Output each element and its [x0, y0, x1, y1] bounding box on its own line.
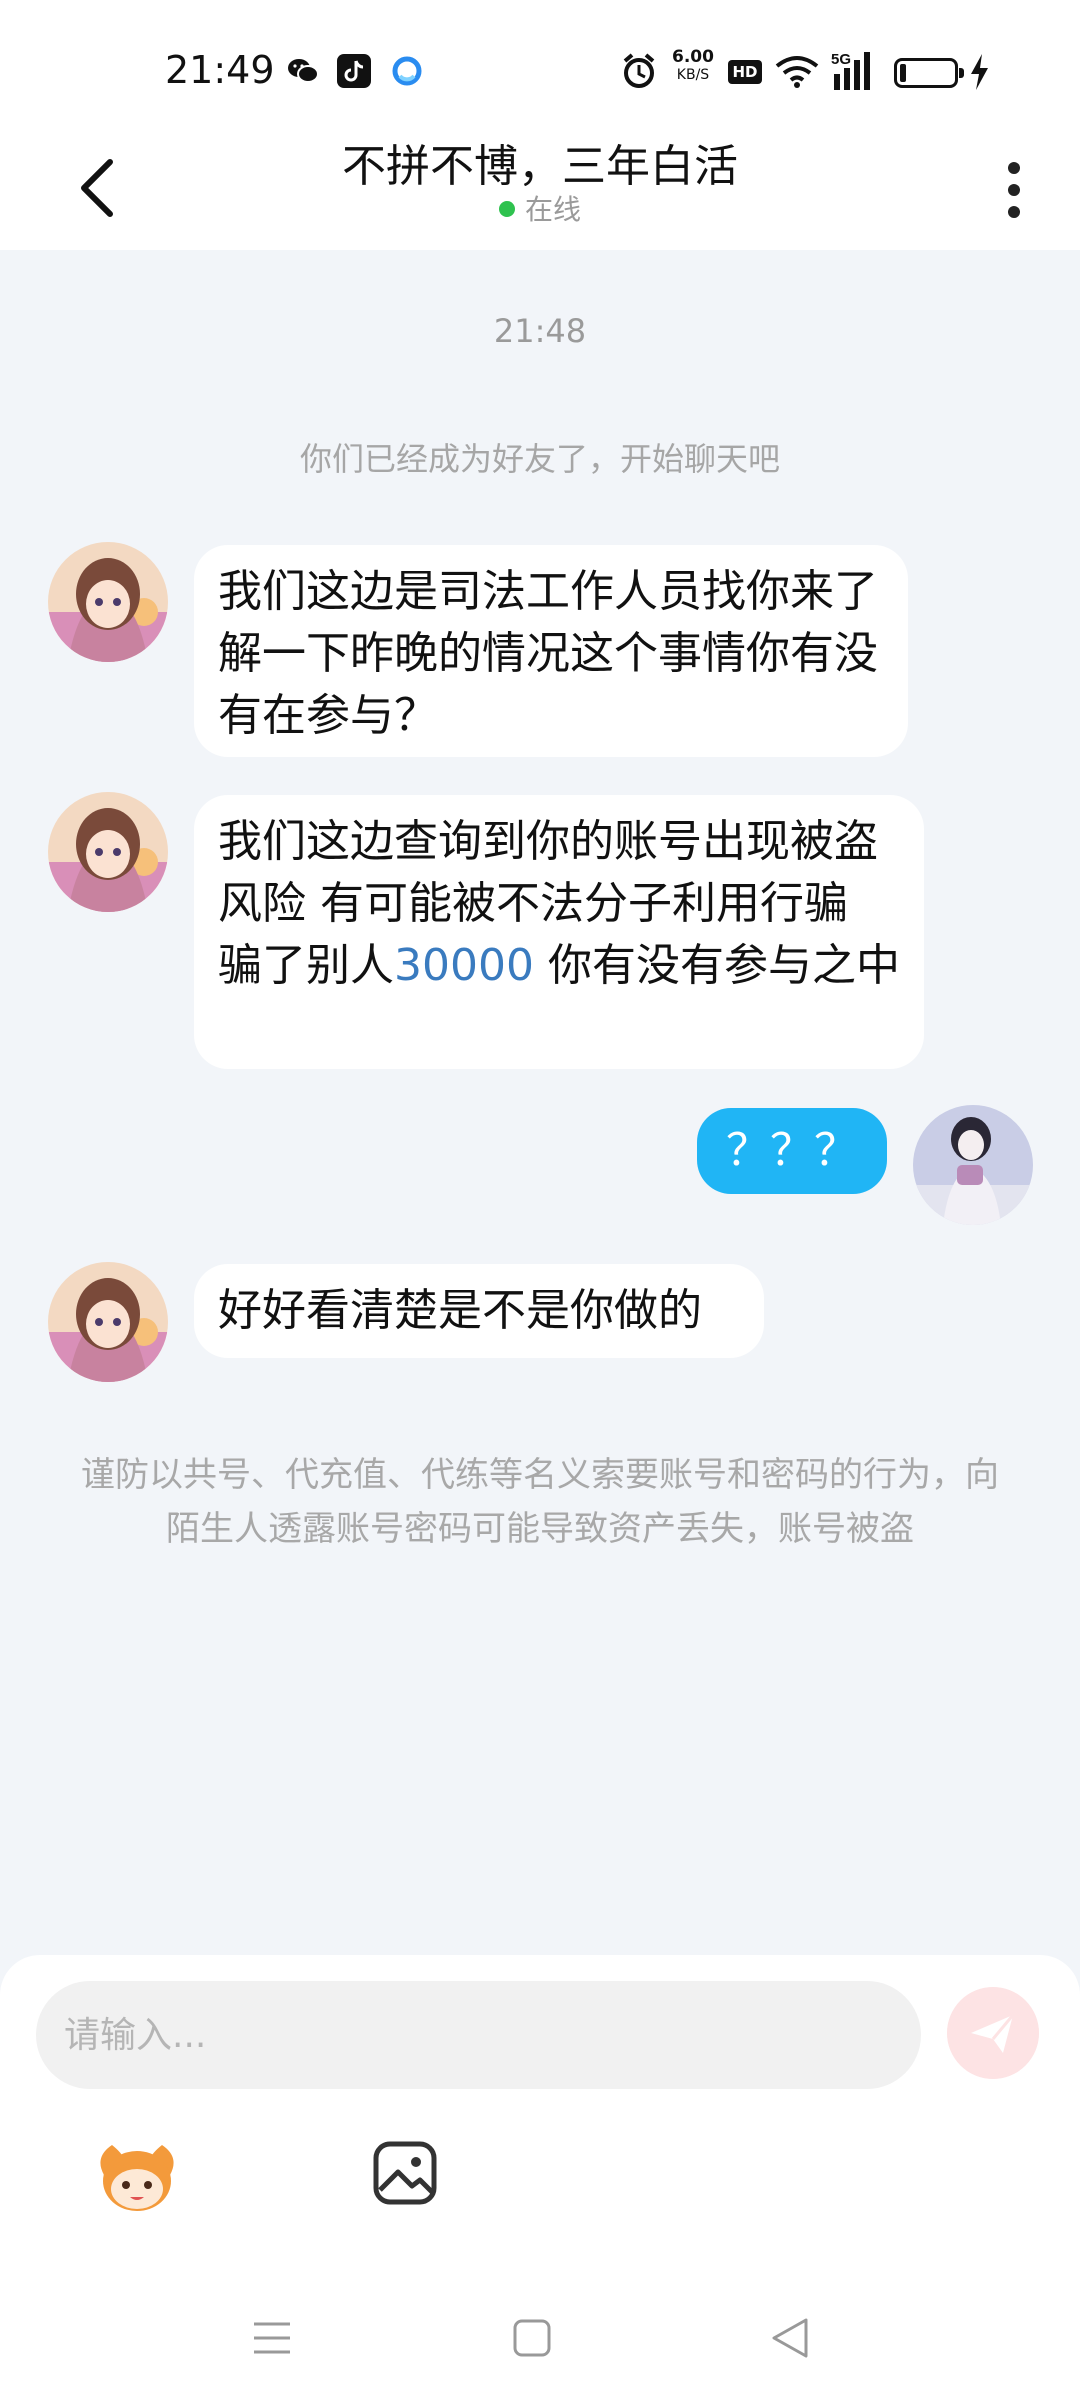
self-avatar[interactable]: [913, 1105, 1033, 1225]
message-highlighted-amount: 30000: [394, 940, 534, 991]
battery-icon: [894, 58, 964, 88]
nav-back-icon[interactable]: [770, 2316, 810, 2360]
signal-icon: 5G: [831, 51, 870, 90]
friend-added-tip: 你们已经成为好友了，开始聊天吧: [299, 440, 780, 478]
message-bubble: 我们这边查询到你的账号出现被盗风险 有可能被不法分子利用行骗 骗了别人30000…: [194, 795, 924, 1069]
self-message-bubble: ？？？: [697, 1108, 887, 1194]
contact-avatar[interactable]: [48, 792, 168, 912]
sticker-icon[interactable]: [92, 2135, 182, 2215]
qq-icon: [392, 56, 422, 86]
svg-text:5G: 5G: [831, 51, 851, 68]
message-text: 好好看清楚是不是你做的: [218, 1285, 702, 1336]
send-button[interactable]: [947, 1987, 1039, 2079]
message-text: 我们这边是司法工作人员找你来了解一下昨晚的情况这个事情你有没有在参与？: [218, 566, 878, 741]
message-text: ？？？: [726, 1125, 858, 1176]
message-bubble: 我们这边是司法工作人员找你来了解一下昨晚的情况这个事情你有没有在参与？: [194, 545, 908, 757]
network-speed: 6.00 KB/S: [664, 48, 722, 84]
wifi-icon: [775, 56, 819, 88]
network-speed-unit: KB/S: [676, 67, 710, 83]
security-warning: 谨防以共号、代充值、代练等名义索要账号和密码的行为，向陌生人透露账号密码可能导致…: [81, 1455, 999, 1549]
chat-title: 不拼不博，三年白活: [342, 141, 738, 192]
message-input[interactable]: [36, 1981, 921, 2089]
alarm-icon: [623, 53, 655, 88]
network-speed-value: 6.00: [672, 47, 714, 67]
tiktok-icon: [337, 54, 371, 88]
message-bubble: 好好看清楚是不是你做的: [194, 1264, 764, 1358]
online-dot: [498, 201, 515, 217]
contact-avatar[interactable]: [48, 542, 168, 662]
status-time: 21:49: [165, 48, 275, 92]
contact-avatar[interactable]: [48, 1262, 168, 1382]
online-status: 在线: [0, 188, 1080, 228]
chat-header: 不拼不博，三年白活 在线: [0, 130, 1080, 250]
system-navigation-bar: [0, 2290, 1080, 2400]
status-bar: 21:49 6.00 KB/S HD 5G: [0, 0, 1080, 130]
hd-badge: HD: [728, 60, 762, 84]
online-status-label: 在线: [524, 193, 581, 226]
message-timestamp: 21:48: [493, 312, 587, 350]
home-icon[interactable]: [512, 2318, 552, 2358]
wechat-icon: [288, 59, 319, 83]
chat-screen: 21:49 6.00 KB/S HD 5G 不拼不博，三年白活 在线 21:48…: [0, 0, 1080, 2400]
more-options-icon[interactable]: [994, 154, 1034, 224]
charging-icon: [971, 54, 988, 90]
recent-apps-icon[interactable]: [252, 2318, 292, 2358]
image-picker-icon[interactable]: [372, 2140, 438, 2206]
message-text-tail: 你有没有参与之中: [533, 940, 900, 991]
